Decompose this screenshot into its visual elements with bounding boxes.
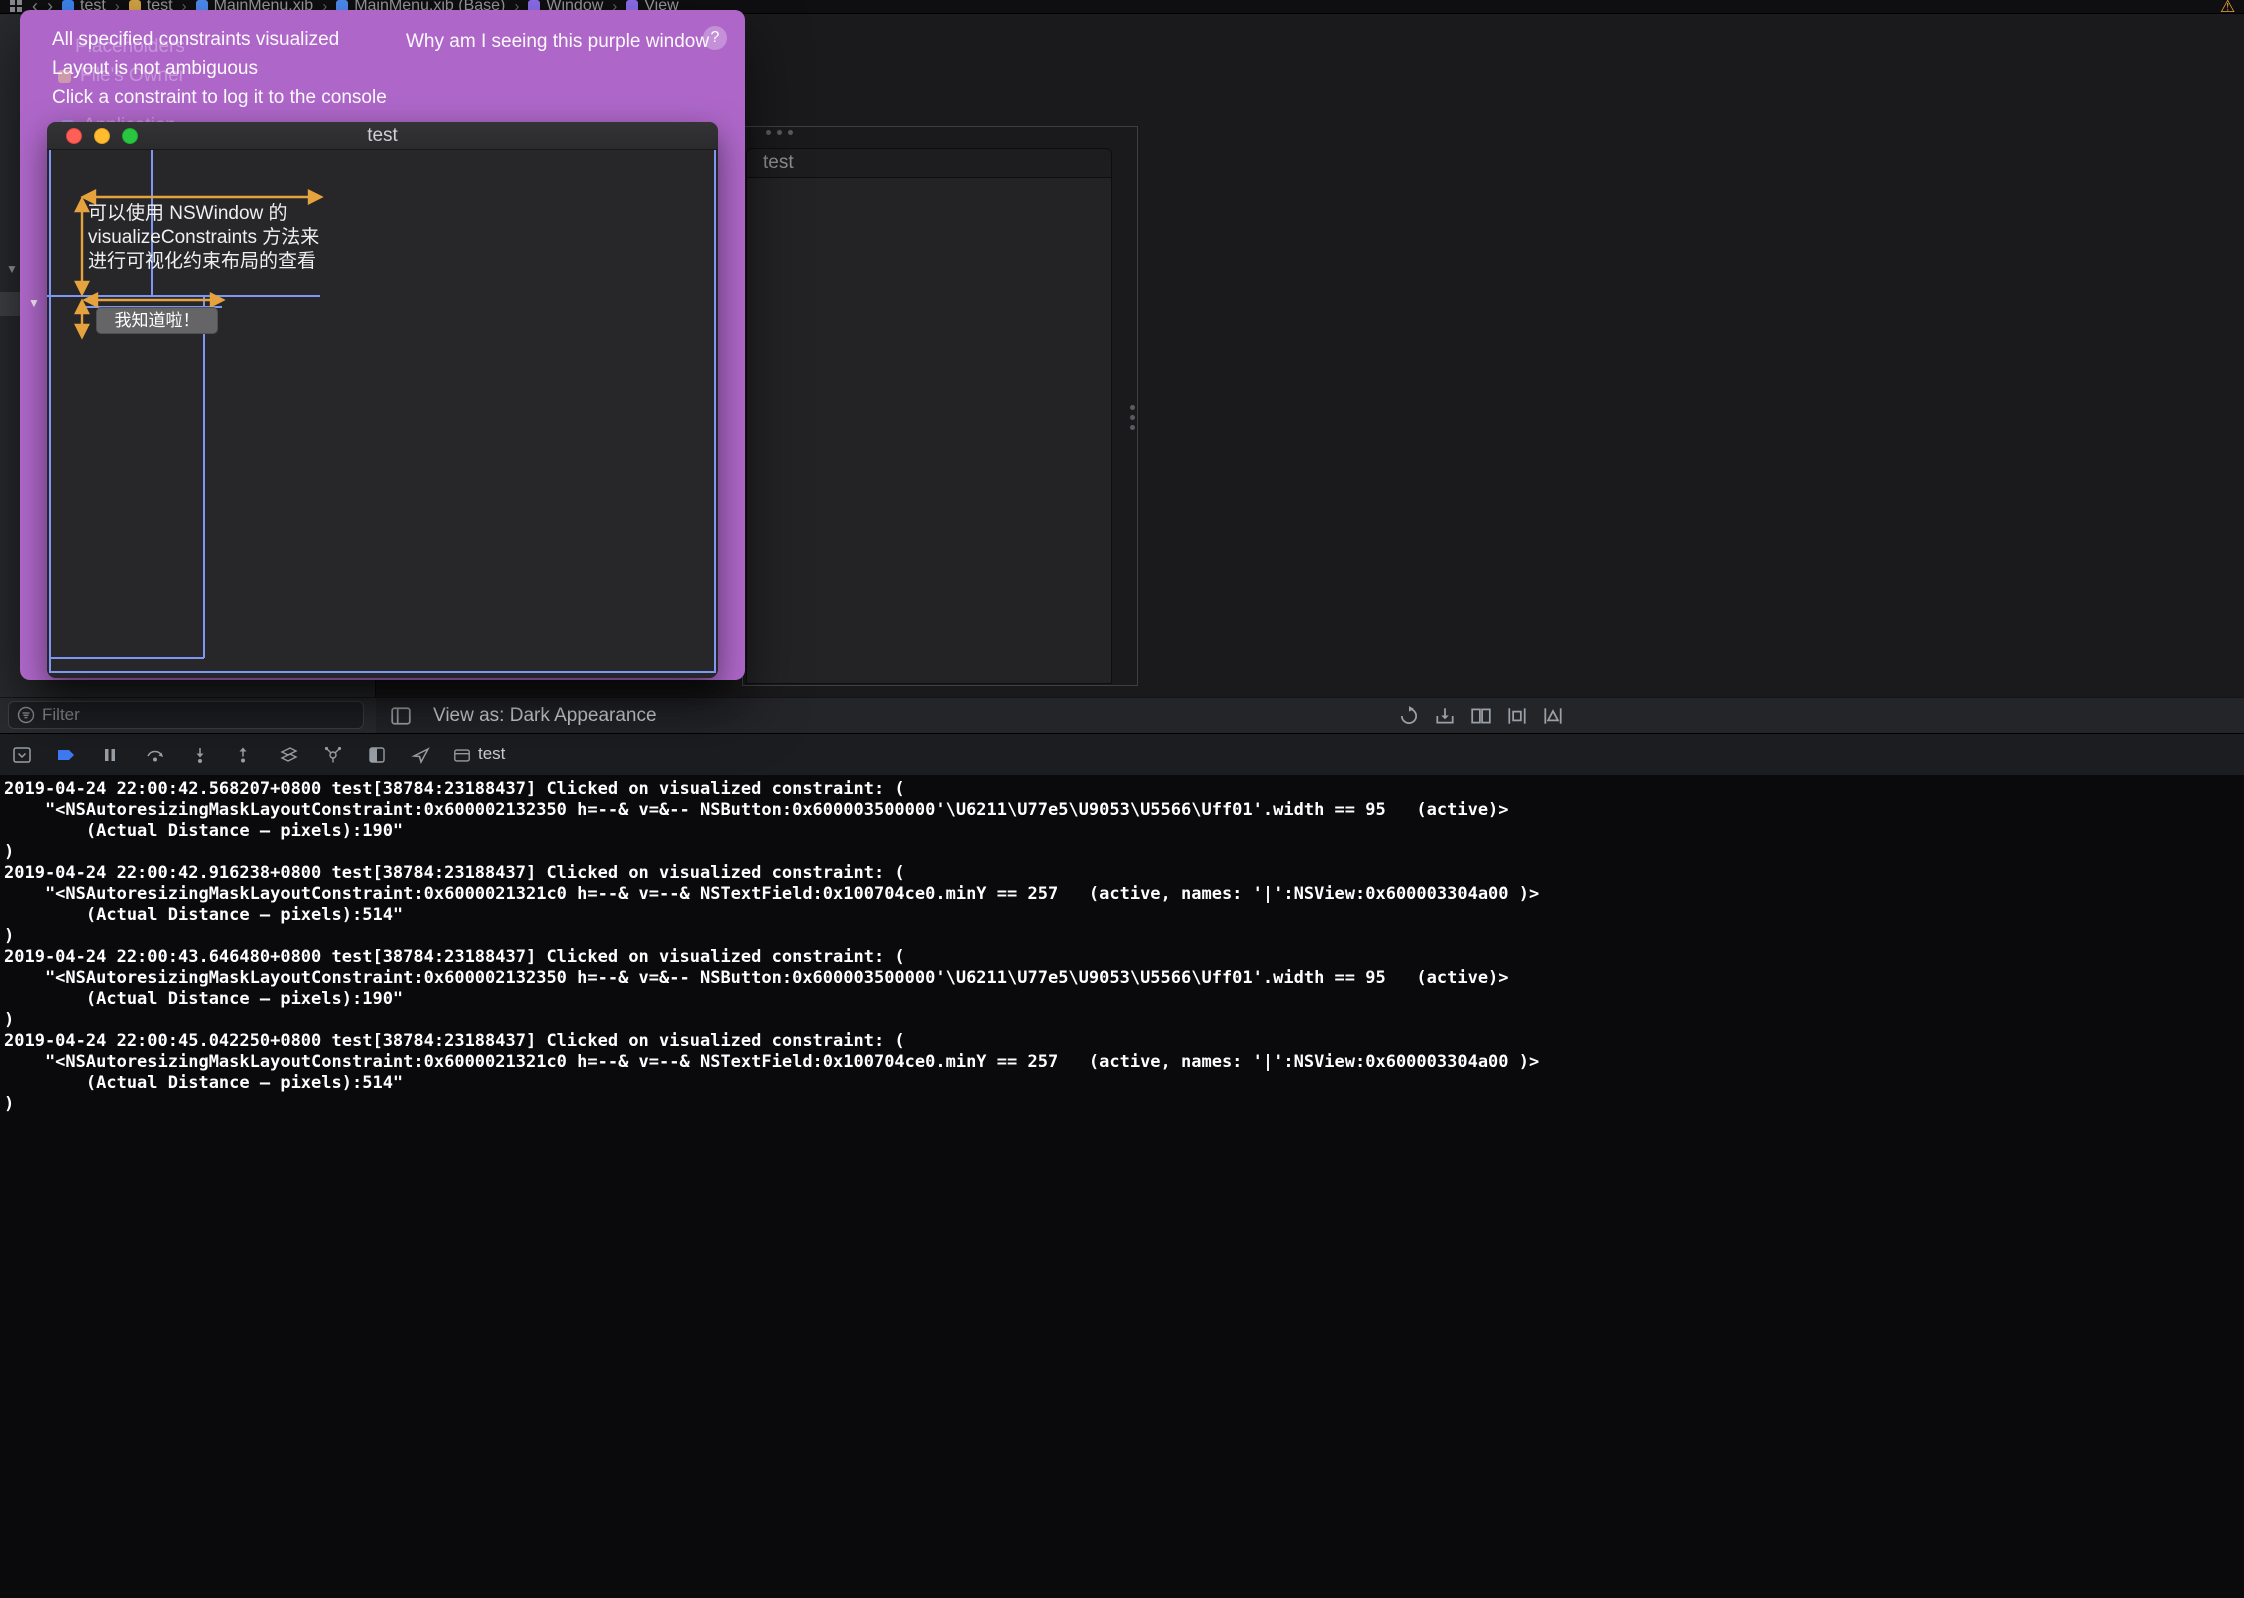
console-line: "<NSAutoresizingMaskLayoutConstraint:0x6… [4, 800, 2244, 821]
console-line: (Actual Distance – pixels):514" [4, 905, 2244, 926]
window-title: test [47, 122, 718, 150]
preview-window-titlebar[interactable]: test [746, 148, 1112, 178]
hide-debug-area-icon[interactable] [12, 745, 32, 765]
constraint-status-message: All specified constraints visualized [52, 29, 339, 51]
console-line: "<NSAutoresizingMaskLayoutConstraint:0x6… [4, 968, 2244, 989]
console-line: ) [4, 842, 2244, 863]
console-line: 2019-04-24 22:00:43.646480+0800 test[387… [4, 947, 2244, 968]
resize-knob[interactable] [766, 130, 771, 135]
console-line: 2019-04-24 22:00:42.568207+0800 test[387… [4, 779, 2244, 800]
acknowledge-button[interactable]: 我知道啦！ [96, 307, 218, 334]
question-mark-icon: ? [711, 29, 720, 46]
preview-window-title: test [763, 152, 794, 173]
ambiguity-status-message: Layout is not ambiguous [52, 58, 258, 80]
filter-input[interactable] [42, 705, 342, 725]
pause-execution-icon[interactable] [100, 745, 120, 765]
console-line: (Actual Distance – pixels):514" [4, 1073, 2244, 1094]
instruction-line: visualizeConstraints 方法来 [88, 226, 319, 250]
preview-window-content[interactable] [746, 178, 1112, 684]
resize-knob[interactable] [788, 130, 793, 135]
console-line: "<NSAutoresizingMaskLayoutConstraint:0x6… [4, 1052, 2244, 1073]
disclosure-triangle-icon[interactable]: ▼ [28, 296, 40, 310]
filter-icon [17, 706, 35, 724]
navigator-filter-bar [0, 697, 376, 733]
update-frames-icon[interactable] [1398, 705, 1420, 727]
window-titlebar[interactable]: test [47, 122, 718, 150]
debug-toolbar: test [0, 733, 2244, 775]
editor-bottom-bar: View as: Dark Appearance [376, 697, 2244, 733]
console-line: "<NSAutoresizingMaskLayoutConstraint:0x6… [4, 884, 2244, 905]
help-button[interactable]: ? [703, 26, 727, 50]
console-line: ) [4, 1010, 2244, 1031]
test-app-window[interactable]: test [47, 122, 718, 678]
align-icon[interactable] [1470, 705, 1492, 727]
why-purple-window-label: Why am I seeing this purple window [406, 31, 709, 53]
console-line: ) [4, 1094, 2244, 1115]
instruction-line: 可以使用 NSWindow 的 [88, 202, 319, 226]
step-over-icon[interactable] [145, 745, 165, 765]
debug-console[interactable]: 2019-04-24 22:00:42.568207+0800 test[387… [0, 775, 2244, 1598]
constraint-visualizer-window[interactable]: Placeholders File's Owner Application ▼ … [20, 10, 745, 680]
filter-field[interactable] [8, 701, 364, 729]
resize-knob[interactable] [777, 130, 782, 135]
step-into-icon[interactable] [190, 745, 210, 765]
related-items-icon[interactable] [10, 0, 23, 13]
console-line: (Actual Distance – pixels):190" [4, 821, 2244, 842]
console-line: (Actual Distance – pixels):190" [4, 989, 2244, 1010]
environment-overrides-icon[interactable] [367, 745, 387, 765]
simulate-location-icon[interactable] [411, 745, 431, 765]
console-line: 2019-04-24 22:00:45.042250+0800 test[387… [4, 1031, 2244, 1052]
instruction-text-field: 可以使用 NSWindow 的 visualizeConstraints 方法来… [88, 202, 319, 274]
resolve-autolayout-issues-icon[interactable] [1542, 705, 1564, 727]
console-line: 2019-04-24 22:00:42.916238+0800 test[387… [4, 863, 2244, 884]
instruction-line: 进行可视化约束布局的查看 [88, 250, 319, 274]
add-constraints-icon[interactable] [1506, 705, 1528, 727]
process-window-icon [453, 748, 471, 763]
embed-in-container-icon[interactable] [1434, 705, 1456, 727]
resize-knob[interactable] [1130, 405, 1135, 410]
process-name-label[interactable]: test [478, 744, 505, 764]
window-content: 可以使用 NSWindow 的 visualizeConstraints 方法来… [47, 150, 718, 678]
view-as-label[interactable]: View as: Dark Appearance [433, 705, 657, 727]
step-out-icon[interactable] [233, 745, 253, 765]
acknowledge-button-label: 我知道啦！ [115, 311, 200, 330]
debug-view-hierarchy-icon[interactable] [279, 745, 299, 765]
disclosure-triangle-icon[interactable]: ▼ [6, 262, 18, 276]
debug-memory-graph-icon[interactable] [323, 745, 343, 765]
resize-knob[interactable] [1130, 415, 1135, 420]
console-line: ) [4, 926, 2244, 947]
warning-icon[interactable]: ⚠ [2220, 0, 2235, 17]
constraint-hint-message: Click a constraint to log it to the cons… [52, 87, 387, 109]
resize-knob[interactable] [1130, 425, 1135, 430]
document-outline-toggle-icon[interactable] [390, 705, 412, 727]
breakpoints-toggle-icon[interactable] [55, 745, 77, 765]
